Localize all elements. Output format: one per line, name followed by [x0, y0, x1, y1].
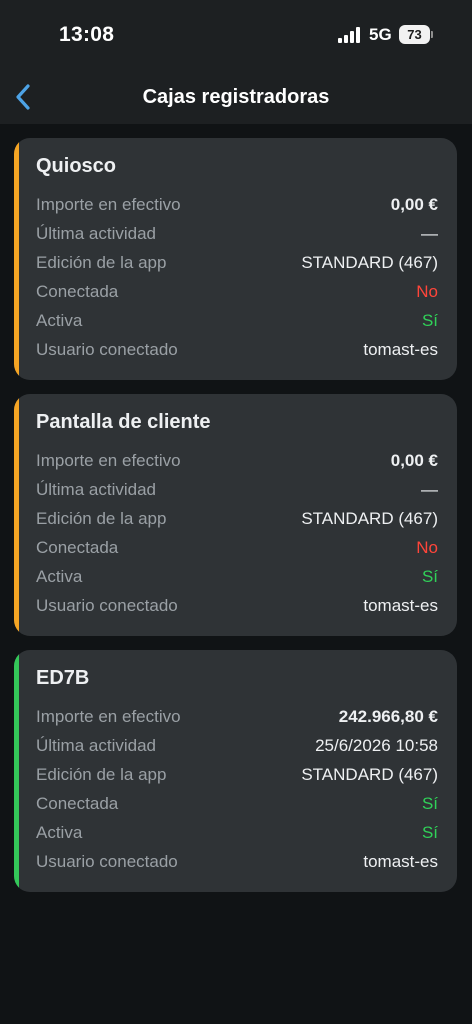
detail-row-last-activity: Última actividad 25/6/2026 10:58 — [36, 736, 438, 758]
connected-value: Sí — [421, 794, 438, 813]
status-time: 13:08 — [59, 23, 115, 46]
top-bar: 13:08 5G 73 Cajas registradoras — [0, 0, 472, 124]
detail-row-connected: Conectada No — [36, 538, 438, 560]
active-label: Activa — [36, 311, 83, 330]
detail-row-cash: Importe en efectivo 0,00 € — [36, 451, 438, 473]
cash-value: 242.966,80 € — [338, 707, 438, 726]
app-edition-label: Edición de la app — [36, 253, 167, 272]
detail-row-active: Activa Sí — [36, 567, 438, 589]
detail-row-active: Activa Sí — [36, 311, 438, 333]
user-value: tomast-es — [363, 852, 438, 871]
screen: 13:08 5G 73 Cajas registradoras Quiosco — [0, 0, 472, 1024]
detail-row-app-edition: Edición de la app STANDARD (467) — [36, 509, 438, 531]
detail-row-cash: Importe en efectivo 0,00 € — [36, 195, 438, 217]
last-activity-label: Última actividad — [36, 224, 156, 243]
user-value: tomast-es — [363, 340, 438, 359]
navigation-bar: Cajas registradoras — [0, 70, 472, 124]
last-activity-label: Última actividad — [36, 480, 156, 499]
signal-icon — [338, 27, 362, 43]
connected-value: No — [416, 282, 438, 301]
detail-row-app-edition: Edición de la app STANDARD (467) — [36, 765, 438, 787]
connected-value: No — [416, 538, 438, 557]
register-card-quiosco[interactable]: Quiosco Importe en efectivo 0,00 € Últim… — [14, 138, 457, 380]
status-stripe — [14, 138, 19, 380]
user-value: tomast-es — [363, 596, 438, 615]
active-label: Activa — [36, 823, 83, 842]
status-stripe — [14, 394, 19, 636]
page-title: Cajas registradoras — [142, 86, 330, 108]
last-activity-value: — — [421, 480, 438, 499]
detail-row-active: Activa Sí — [36, 823, 438, 845]
connected-label: Conectada — [36, 282, 119, 301]
network-type: 5G — [369, 25, 392, 44]
last-activity-value: — — [421, 224, 438, 243]
active-value: Sí — [421, 567, 438, 586]
detail-row-app-edition: Edición de la app STANDARD (467) — [36, 253, 438, 275]
detail-row-last-activity: Última actividad — — [36, 480, 438, 502]
app-edition-value: STANDARD (467) — [301, 765, 438, 784]
register-card-ed7b[interactable]: ED7B Importe en efectivo 242.966,80 € Úl… — [14, 650, 457, 892]
detail-row-user: Usuario conectado tomast-es — [36, 596, 438, 618]
connected-label: Conectada — [36, 794, 119, 813]
detail-row-user: Usuario conectado tomast-es — [36, 852, 438, 874]
user-label: Usuario conectado — [36, 340, 178, 359]
detail-row-cash: Importe en efectivo 242.966,80 € — [36, 707, 438, 729]
register-name: Pantalla de cliente — [36, 411, 211, 433]
cash-label: Importe en efectivo — [36, 707, 181, 726]
active-value: Sí — [421, 311, 438, 330]
status-bar: 13:08 5G 73 — [0, 0, 472, 70]
user-label: Usuario conectado — [36, 852, 178, 871]
app-edition-label: Edición de la app — [36, 765, 167, 784]
last-activity-label: Última actividad — [36, 736, 156, 755]
app-edition-value: STANDARD (467) — [301, 253, 438, 272]
cash-label: Importe en efectivo — [36, 195, 181, 214]
last-activity-value: 25/6/2026 10:58 — [315, 736, 438, 755]
register-card-pantalla-de-cliente[interactable]: Pantalla de cliente Importe en efectivo … — [14, 394, 457, 636]
cash-value: 0,00 € — [390, 195, 438, 214]
register-name: ED7B — [36, 667, 90, 689]
detail-row-user: Usuario conectado tomast-es — [36, 340, 438, 362]
app-edition-label: Edición de la app — [36, 509, 167, 528]
battery-tip — [431, 31, 433, 38]
detail-row-connected: Conectada No — [36, 282, 438, 304]
status-stripe — [14, 650, 19, 892]
cash-label: Importe en efectivo — [36, 451, 181, 470]
battery-icon: 73 — [399, 25, 430, 44]
active-label: Activa — [36, 567, 83, 586]
cash-value: 0,00 € — [390, 451, 438, 470]
app-edition-value: STANDARD (467) — [301, 509, 438, 528]
active-value: Sí — [421, 823, 438, 842]
connected-label: Conectada — [36, 538, 119, 557]
detail-row-connected: Conectada Sí — [36, 794, 438, 816]
register-name: Quiosco — [36, 155, 117, 177]
detail-row-last-activity: Última actividad — — [36, 224, 438, 246]
user-label: Usuario conectado — [36, 596, 178, 615]
